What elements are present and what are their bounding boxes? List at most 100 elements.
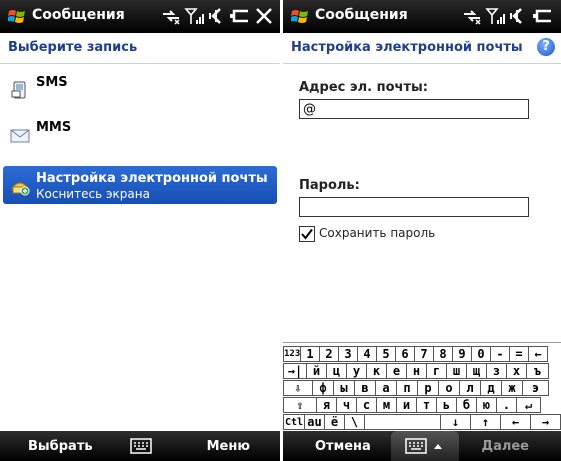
keyboard-row: →| й ц у к е н г ш щ з х ъ — [283, 363, 549, 380]
keyboard-key[interactable]: \ — [345, 414, 365, 430]
keyboard-key[interactable]: ш — [447, 363, 467, 379]
keyboard-key[interactable]: н — [407, 363, 427, 379]
keyboard-key[interactable]: е — [387, 363, 407, 379]
keyboard-key[interactable]: 4 — [358, 346, 377, 362]
keyboard-key[interactable]: → — [531, 414, 561, 430]
keyboard-key[interactable]: ↑ — [471, 414, 501, 430]
keyboard-key[interactable]: = — [510, 346, 529, 362]
keyboard-key[interactable]: й — [307, 363, 327, 379]
keyboard-key[interactable]: с — [357, 397, 377, 413]
keyboard-key[interactable]: ф — [313, 380, 334, 396]
keyboard-key[interactable]: ь — [437, 397, 457, 413]
keyboard-key[interactable]: в — [355, 380, 376, 396]
keyboard-key[interactable]: 6 — [396, 346, 415, 362]
keyboard-key[interactable]: ё — [325, 414, 345, 430]
battery-icon — [228, 6, 250, 26]
help-button[interactable]: ? — [537, 38, 555, 56]
list-item-sms[interactable]: SMS — [0, 70, 276, 108]
email-setup-icon — [10, 182, 30, 196]
keyboard-key[interactable]: . — [497, 397, 517, 413]
keyboard-key[interactable]: 2 — [320, 346, 339, 362]
keyboard-key[interactable]: л — [460, 380, 481, 396]
volume-icon — [208, 6, 226, 26]
keyboard-key[interactable]: ⇩ — [283, 380, 313, 396]
keyboard-key[interactable]: р — [418, 380, 439, 396]
keyboard-row: 123 1 2 3 4 5 6 7 8 9 0- = ← — [283, 346, 548, 363]
keyboard-key[interactable]: г — [427, 363, 447, 379]
app-title: Сообщения — [32, 7, 125, 23]
keyboard-key[interactable]: 5 — [377, 346, 396, 362]
windows-start-icon[interactable] — [291, 8, 309, 24]
next-softkey[interactable]: Далее — [481, 439, 529, 454]
keyboard-key[interactable]: ъ — [527, 363, 549, 379]
keyboard-key[interactable]: ← — [501, 414, 531, 430]
keyboard-key[interactable]: э — [523, 380, 549, 396]
keyboard-key[interactable]: 7 — [415, 346, 434, 362]
keyboard-key[interactable]: к — [367, 363, 387, 379]
keyboard-key[interactable]: 9 — [453, 346, 472, 362]
keyboard-icon — [405, 438, 427, 454]
list-item-mms[interactable]: MMS — [0, 115, 276, 153]
password-input[interactable] — [299, 197, 529, 217]
keyboard-key[interactable]: Ctl — [283, 414, 305, 430]
keyboard-key[interactable]: х — [507, 363, 527, 379]
list-item-title: SMS — [36, 75, 68, 90]
keyboard-key[interactable]: - — [491, 346, 510, 362]
chevron-up-icon — [434, 444, 442, 449]
windows-start-icon[interactable] — [8, 8, 26, 24]
mms-envelope-icon — [10, 129, 30, 143]
email-input[interactable]: @ — [299, 99, 529, 119]
list-item-title: Настройка электронной почты — [36, 171, 268, 186]
title-bar: Сообщения — [283, 0, 561, 33]
keyboard-key[interactable]: ж — [502, 380, 523, 396]
title-bar: Сообщения — [0, 0, 280, 33]
keyboard-key[interactable]: ы — [334, 380, 355, 396]
keyboard-key[interactable]: ю — [477, 397, 497, 413]
keyboard-key[interactable]: ← — [529, 346, 548, 362]
save-password-checkbox[interactable] — [299, 226, 315, 242]
keyboard-key[interactable] — [365, 414, 441, 430]
keyboard-key[interactable]: 8 — [434, 346, 453, 362]
keyboard-key[interactable]: т — [417, 397, 437, 413]
on-screen-keyboard: 123 1 2 3 4 5 6 7 8 9 0- = ← →| й ц у к е н г ш щ з х ъ ⇩ ф ы в а п р о л д… — [283, 342, 561, 432]
keyboard-key[interactable]: м — [377, 397, 397, 413]
menu-softkey[interactable]: Меню — [207, 439, 250, 454]
keyboard-key[interactable]: au — [305, 414, 325, 430]
keyboard-key[interactable]: о — [439, 380, 460, 396]
keyboard-key[interactable]: щ — [467, 363, 487, 379]
list-item-subtitle: Коснитесь экрана — [36, 187, 150, 201]
page-title: Выберите запись — [8, 40, 138, 55]
keyboard-key[interactable]: д — [481, 380, 502, 396]
keyboard-key[interactable]: а — [376, 380, 397, 396]
cancel-softkey[interactable]: Отмена — [315, 439, 371, 454]
keyboard-key[interactable]: у — [347, 363, 367, 379]
keyboard-icon[interactable] — [130, 438, 152, 454]
list-item-title: MMS — [36, 120, 72, 135]
select-softkey[interactable]: Выбрать — [28, 439, 93, 454]
app-title: Сообщения — [315, 7, 408, 23]
keyboard-key[interactable]: 123 — [283, 346, 301, 362]
page-title: Настройка электронной почты — [291, 40, 523, 55]
keyboard-row: Ctl au ё \ ↓ ↑ ← → — [283, 414, 561, 431]
keyboard-key[interactable]: я — [317, 397, 337, 413]
keyboard-key[interactable]: ⇧ — [283, 397, 317, 413]
page-header: Настройка электронной почты ? — [283, 33, 561, 64]
keyboard-key[interactable]: ↵ — [517, 397, 541, 413]
connectivity-icon — [461, 6, 483, 26]
keyboard-key[interactable]: 1 — [301, 346, 320, 362]
keyboard-key[interactable]: ↓ — [441, 414, 471, 430]
close-icon[interactable] — [254, 6, 274, 26]
left-screen: Сообщения Выберите запись SMS MMS Настро… — [0, 0, 280, 461]
keyboard-key[interactable]: и — [397, 397, 417, 413]
list-item-email-setup[interactable]: Настройка электронной почты Коснитесь эк… — [3, 166, 277, 204]
keyboard-key[interactable]: п — [397, 380, 418, 396]
keyboard-toggle[interactable] — [391, 431, 459, 461]
keyboard-key[interactable]: ц — [327, 363, 347, 379]
keyboard-key[interactable]: ч — [337, 397, 357, 413]
keyboard-key[interactable]: 3 — [339, 346, 358, 362]
keyboard-key[interactable]: б — [457, 397, 477, 413]
keyboard-key[interactable]: з — [487, 363, 507, 379]
keyboard-key[interactable]: 0 — [472, 346, 491, 362]
keyboard-key[interactable]: →| — [283, 363, 307, 379]
page-header: Выберите запись — [0, 33, 280, 64]
